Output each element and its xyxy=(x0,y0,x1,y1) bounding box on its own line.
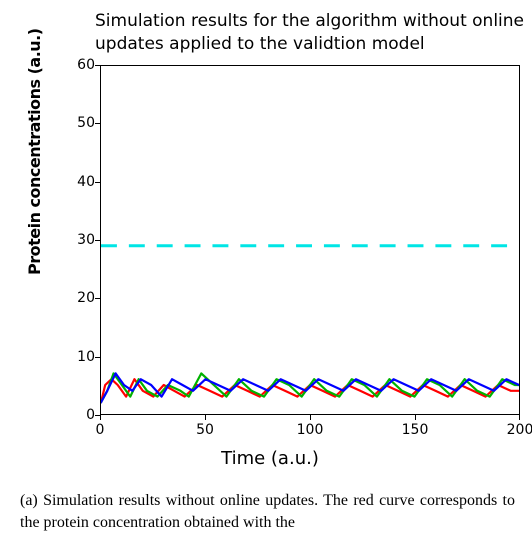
y-tick-label: 30 xyxy=(55,232,95,248)
axis-tick xyxy=(95,357,100,358)
chart-title: Simulation results for the algorithm wit… xyxy=(95,10,525,56)
axis-tick xyxy=(205,415,206,420)
x-tick-label: 150 xyxy=(395,422,435,438)
y-tick-label: 60 xyxy=(55,57,95,73)
y-tick-label: 40 xyxy=(55,174,95,190)
axis-tick xyxy=(310,415,311,420)
y-tick-label: 0 xyxy=(55,407,95,423)
y-tick-label: 10 xyxy=(55,349,95,365)
plot-box xyxy=(100,65,520,415)
x-tick-label: 200 xyxy=(500,422,532,438)
axis-tick xyxy=(95,182,100,183)
axis-tick xyxy=(95,240,100,241)
x-tick-label: 50 xyxy=(185,422,225,438)
axis-tick xyxy=(415,415,416,420)
axis-tick xyxy=(100,415,101,420)
axis-tick xyxy=(95,298,100,299)
y-tick-label: 50 xyxy=(55,115,95,131)
axis-tick xyxy=(95,65,100,66)
y-axis-label: Protein concentrations (a.u.) xyxy=(25,28,44,275)
y-tick-label: 20 xyxy=(55,290,95,306)
axis-tick xyxy=(519,415,520,420)
chart-area: Simulation results for the algorithm wit… xyxy=(20,0,520,470)
axis-tick xyxy=(95,123,100,124)
x-axis-label: Time (a.u.) xyxy=(20,448,520,469)
x-tick-label: 0 xyxy=(80,422,120,438)
figure-caption: (a) Simulation results without online up… xyxy=(20,490,515,533)
figure-page: Simulation results for the algorithm wit… xyxy=(0,0,532,542)
plot-svg xyxy=(101,66,519,414)
x-tick-label: 100 xyxy=(290,422,330,438)
